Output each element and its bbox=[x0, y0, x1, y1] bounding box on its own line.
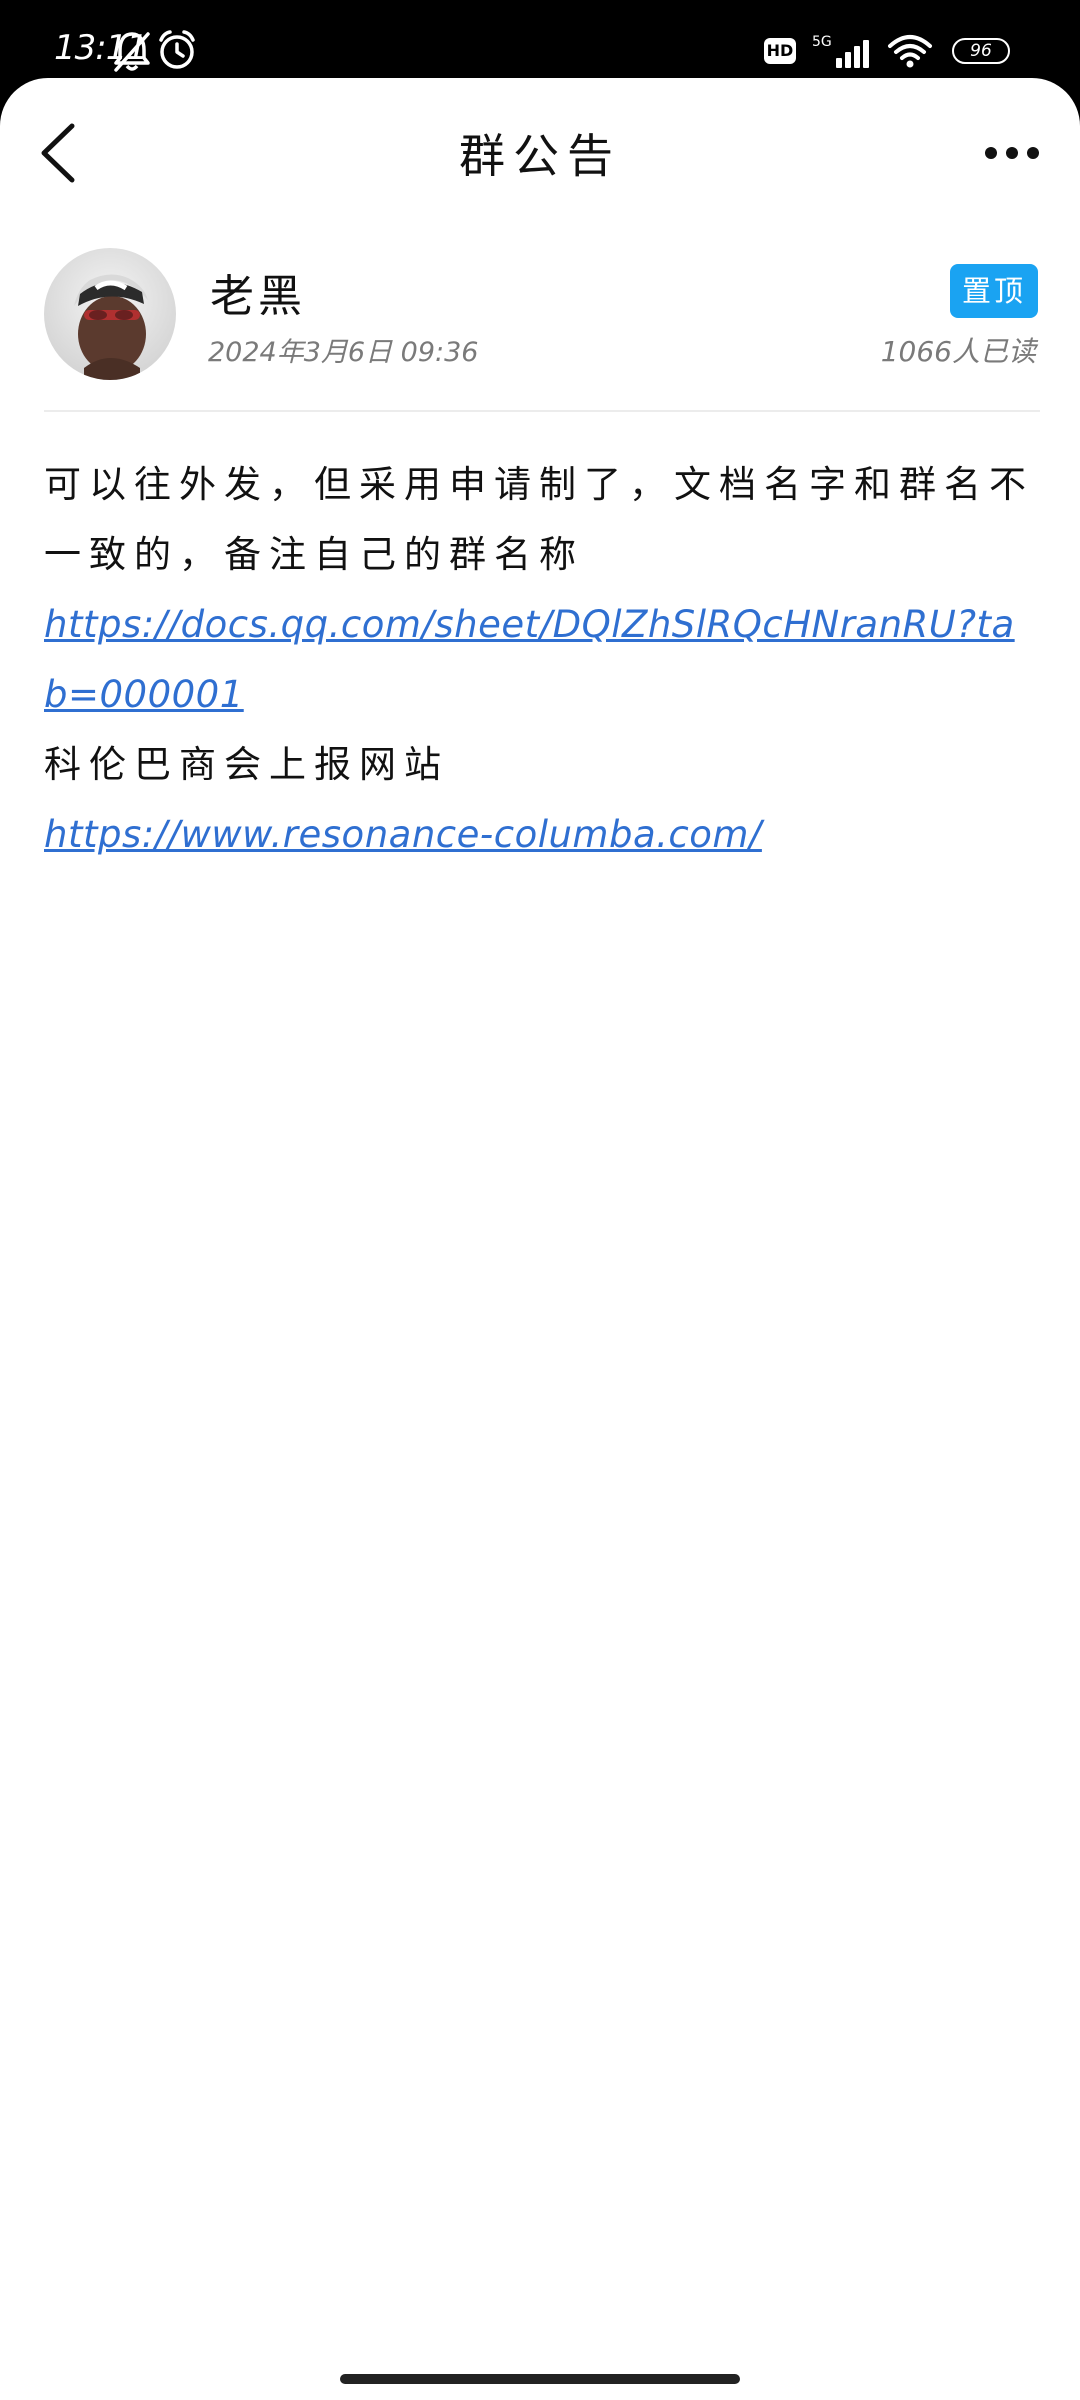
announcement-content: 可以往外发，但采用申请制了，文档名字和群名不一致的，备注自己的群名称 https… bbox=[44, 450, 1034, 870]
signal-icon bbox=[832, 36, 876, 68]
network-type-label: 5G bbox=[812, 34, 832, 50]
divider bbox=[44, 410, 1040, 412]
battery-icon: 96 bbox=[952, 38, 1010, 64]
pinned-badge: 置顶 bbox=[950, 264, 1038, 318]
more-dots-icon[interactable] bbox=[982, 138, 1042, 168]
status-bar: 13:11 HD 5G 96 bbox=[0, 0, 1080, 80]
mute-bell-icon bbox=[114, 32, 150, 72]
announcement-text: 可以往外发，但采用申请制了，文档名字和群名不一致的，备注自己的群名称 bbox=[44, 463, 1034, 576]
announcement-text: 科伦巴商会上报网站 bbox=[44, 743, 449, 786]
post-timestamp: 2024年3月6日 09:36 bbox=[208, 337, 479, 368]
read-count[interactable]: 1066人已读 bbox=[881, 330, 1036, 370]
website-link[interactable]: https://www.resonance-columba.com/ bbox=[44, 813, 762, 856]
wifi-icon bbox=[888, 35, 932, 68]
page-title: 群公告 bbox=[459, 129, 621, 183]
alarm-clock-icon bbox=[159, 30, 195, 69]
docs-link[interactable]: https://docs.qq.com/sheet/DQlZhSlRQcHNra… bbox=[44, 603, 1015, 716]
author-name[interactable]: 老黑 bbox=[210, 260, 306, 324]
home-indicator[interactable] bbox=[340, 2374, 740, 2384]
announcement-page: 群公告 老黑 2024年3月6日 09:36 置顶 1066人已读 可以往外发，… bbox=[0, 78, 1080, 2400]
avatar[interactable] bbox=[44, 248, 176, 380]
hd-badge: HD bbox=[764, 38, 796, 64]
